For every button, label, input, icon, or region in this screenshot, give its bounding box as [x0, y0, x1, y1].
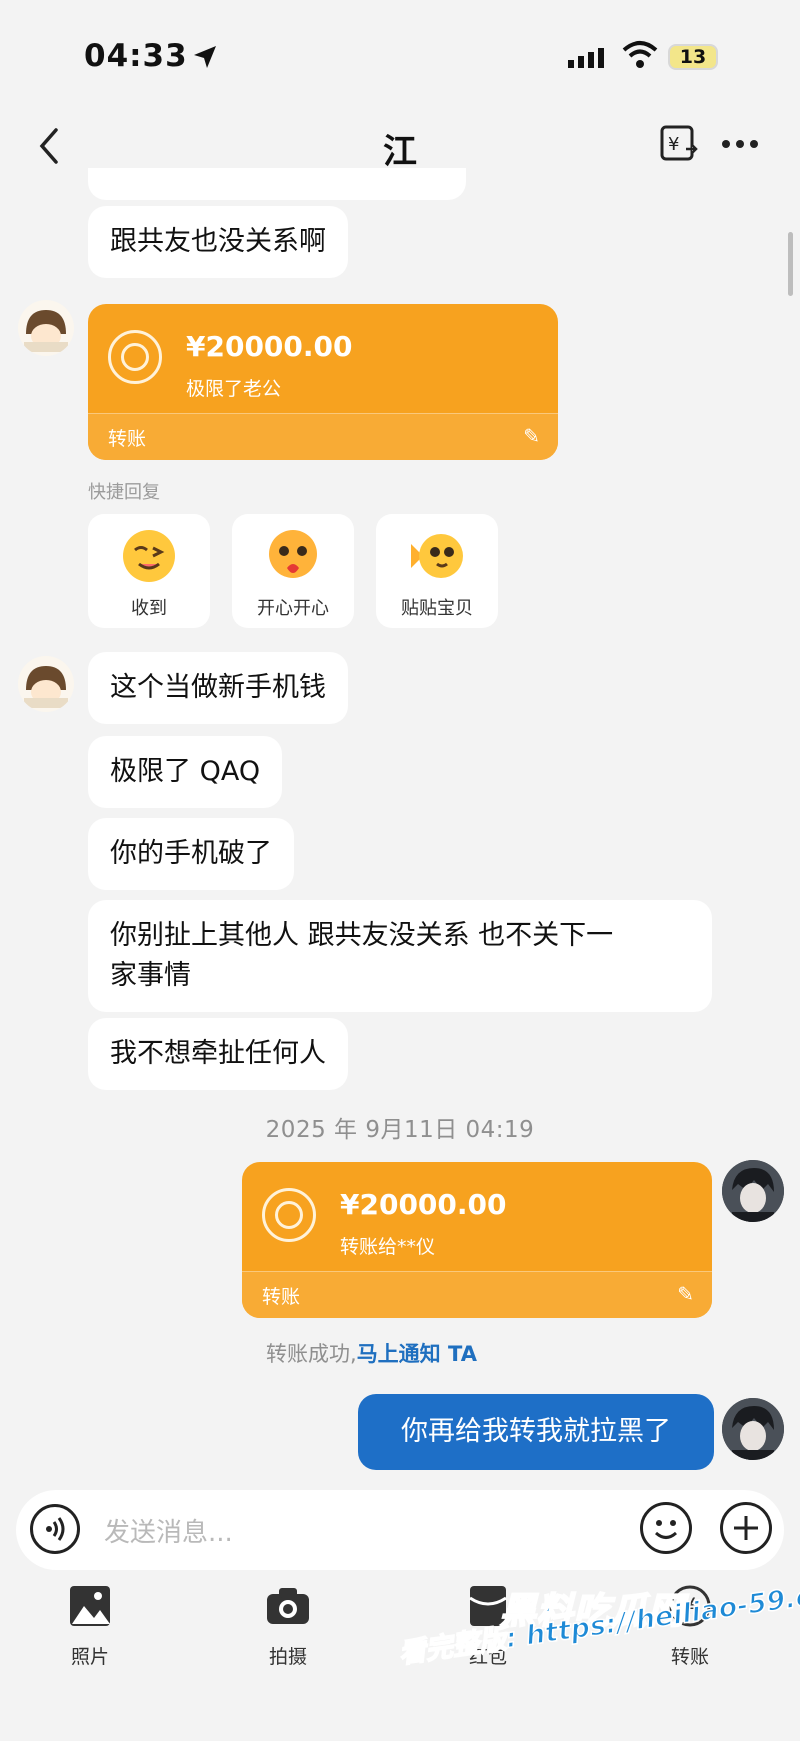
transfer-amount: ¥20000.00: [186, 330, 353, 363]
contact-avatar[interactable]: [18, 300, 74, 356]
quick-reply-item[interactable]: 贴贴宝贝: [376, 514, 498, 628]
quick-reply-text: 贴贴宝贝: [401, 598, 473, 619]
voice-input-button[interactable]: [30, 1504, 80, 1554]
more-options-icon[interactable]: [720, 138, 760, 150]
transfer-exchange-icon[interactable]: ¥: [660, 125, 698, 163]
quick-reply-label: 快捷回复: [88, 482, 160, 503]
fish-face-emoji-icon: [411, 534, 463, 578]
transfer-memo: 转账给**仪: [340, 1236, 436, 1258]
message-bubble: 跟共友也没关系啊: [88, 206, 348, 278]
transfer-status-text: 转账成功,: [266, 1342, 357, 1366]
quick-reply-text: 开心开心: [257, 598, 329, 619]
message-bubble: 这个当做新手机钱: [88, 652, 348, 724]
notify-link[interactable]: 马上通知 TA: [357, 1342, 477, 1366]
more-actions-button[interactable]: [720, 1502, 772, 1554]
location-arrow-icon: [194, 46, 216, 68]
app-logo-icon: ✎: [523, 424, 540, 448]
sent-message-bubble: 你再给我转我就拉黑了: [358, 1394, 714, 1470]
transfer-status: 转账成功,马上通知 TA: [266, 1338, 477, 1368]
smiley-icon: [654, 1520, 678, 1539]
svg-text:¥: ¥: [668, 134, 679, 155]
message-bubble: 我不想牵扯任何人: [88, 1018, 348, 1090]
transfer-card-received[interactable]: ¥20000.00 极限了老公 转账 ✎: [88, 304, 558, 460]
transfer-card-sent[interactable]: ¥20000.00 转账给**仪 转账 ✎: [242, 1162, 712, 1318]
photo-icon: [70, 1586, 110, 1626]
message-line: 家事情: [110, 960, 191, 991]
emoji-button[interactable]: [640, 1502, 692, 1554]
toolbar-label: 照片: [70, 1646, 109, 1668]
battery-indicator: 13: [668, 44, 718, 70]
plus-icon: [734, 1516, 758, 1540]
message-bubble-partial: [88, 168, 466, 200]
wink-tongue-emoji-icon: [123, 530, 175, 582]
camera-icon: [267, 1588, 309, 1624]
quick-reply-item[interactable]: 开心开心: [232, 514, 354, 628]
user-avatar[interactable]: [722, 1398, 784, 1460]
scrollbar[interactable]: [788, 232, 793, 296]
status-time: 04:33: [84, 38, 188, 74]
transfer-coin-icon: [108, 330, 162, 384]
cellular-signal-icon: [568, 48, 604, 68]
transfer-memo: 极限了老公: [186, 378, 282, 400]
message-bubble: 极限了 QAQ: [88, 736, 283, 808]
voice-wave-icon: [46, 1517, 65, 1541]
app-logo-icon: ✎: [677, 1282, 694, 1306]
toolbar-label: 拍摄: [268, 1646, 307, 1668]
contact-avatar[interactable]: [18, 656, 74, 712]
transfer-coin-icon: [262, 1188, 316, 1242]
message-bubble: 你的手机破了: [88, 818, 294, 890]
transfer-footer-label: 转账: [108, 428, 147, 450]
toolbar-camera[interactable]: 拍摄: [238, 1584, 338, 1669]
transfer-footer-label: 转账: [262, 1286, 301, 1308]
blushing-heart-emoji-icon: [269, 530, 317, 578]
user-avatar[interactable]: [722, 1160, 784, 1222]
transfer-amount: ¥20000.00: [340, 1188, 507, 1221]
message-timestamp: 2025 年 9月11日 04:19: [265, 1117, 535, 1143]
toolbar-photos[interactable]: 照片: [40, 1584, 140, 1669]
wifi-icon: [622, 41, 658, 68]
message-input[interactable]: 发送消息...: [104, 1512, 233, 1549]
quick-reply-text: 收到: [131, 598, 167, 619]
message-line: 你别扯上其他人 跟共友没关系 也不关下一: [110, 920, 614, 951]
message-bubble: 你别扯上其他人 跟共友没关系 也不关下一 家事情: [88, 900, 712, 1012]
quick-reply-item[interactable]: 收到: [88, 514, 210, 628]
toolbar-label: 转账: [670, 1646, 709, 1668]
